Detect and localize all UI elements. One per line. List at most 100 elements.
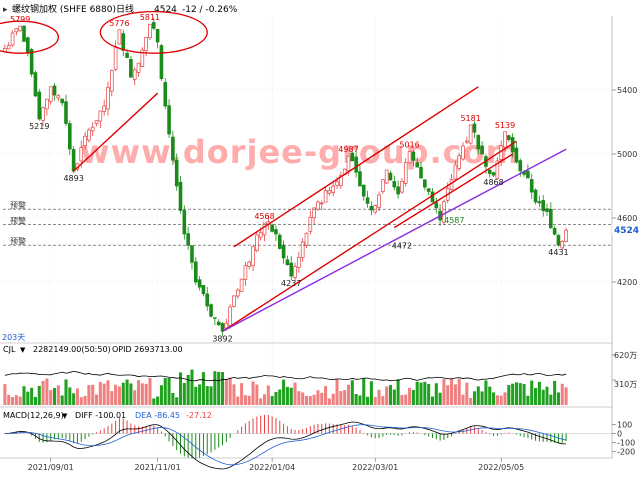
candle-body xyxy=(155,29,160,43)
candle-body xyxy=(48,86,53,102)
volume-bar xyxy=(198,384,202,405)
volume-bar xyxy=(560,383,564,405)
candle-body xyxy=(533,189,538,203)
candle-body xyxy=(377,194,381,208)
volume-tick-310: 310万 xyxy=(614,380,637,389)
candle-body xyxy=(102,105,106,112)
volume-bar xyxy=(33,396,37,405)
volume-bar xyxy=(476,386,480,405)
last-price-value: 4524 xyxy=(614,226,639,236)
volume-bar xyxy=(259,398,263,405)
price-annotation: 5181 xyxy=(460,114,480,123)
candle-body xyxy=(18,25,22,32)
change-label: -12 / -0.26% xyxy=(182,5,238,15)
volume-bar xyxy=(209,386,213,405)
price-annotation: 5799 xyxy=(10,15,30,24)
volume-bar xyxy=(79,397,83,405)
candle-body xyxy=(94,120,99,124)
candle-body xyxy=(381,179,385,192)
candle-body xyxy=(552,227,557,235)
volume-bar xyxy=(178,372,183,405)
candle-body xyxy=(151,22,156,29)
candle-body xyxy=(461,145,465,160)
candle-body xyxy=(285,259,290,266)
candle-body xyxy=(434,202,439,209)
candle-body xyxy=(472,123,477,133)
price-annotation: 5776 xyxy=(109,19,129,28)
volume-bar xyxy=(331,393,335,405)
candle xyxy=(159,44,164,81)
price-annotation: 4893 xyxy=(63,174,83,183)
volume-bar xyxy=(488,386,492,405)
candle-body xyxy=(316,201,320,210)
volume-legend-dropdown-icon[interactable]: ▼ xyxy=(20,346,26,354)
candle xyxy=(87,127,91,143)
candle-body xyxy=(41,107,45,121)
volume-bar xyxy=(240,383,244,405)
candle-body xyxy=(423,179,427,188)
volume-bar xyxy=(98,382,102,405)
candle-body xyxy=(129,58,133,78)
volume-bar xyxy=(18,396,22,405)
volume-bar xyxy=(423,381,427,405)
opid-label: OPID 2693713.00 xyxy=(112,345,183,354)
candle-body xyxy=(323,190,328,203)
volume-bar xyxy=(419,382,423,405)
candle-body xyxy=(144,37,148,52)
candle-body xyxy=(258,232,263,238)
volume-bar xyxy=(87,385,91,405)
candle-body xyxy=(213,317,217,319)
candle-body xyxy=(297,257,301,268)
volume-bar xyxy=(316,390,320,405)
volume-bar xyxy=(136,380,141,405)
candle-body xyxy=(365,197,370,204)
volume-bar xyxy=(205,386,209,405)
volume-bar xyxy=(217,371,221,405)
candle xyxy=(403,158,408,187)
volume-bar xyxy=(549,394,553,405)
candle-body xyxy=(14,28,19,33)
candle xyxy=(277,232,282,250)
volume-bar xyxy=(304,395,309,405)
candle-body xyxy=(361,184,366,197)
price-tick-label: 5000 xyxy=(617,150,637,159)
volume-bar xyxy=(343,390,347,405)
candle-body xyxy=(526,170,530,179)
volume-bar xyxy=(114,384,118,405)
volume-bar xyxy=(106,380,110,405)
candle-body xyxy=(71,149,76,172)
volume-bar xyxy=(358,395,362,405)
candle-body xyxy=(148,23,152,39)
candle xyxy=(18,25,22,32)
price-annotation: 4237 xyxy=(281,279,301,288)
volume-bar xyxy=(72,393,76,405)
candle-body xyxy=(167,105,171,135)
price-annotation: 5016 xyxy=(399,140,419,149)
volume-values-label: 2282149.00(50:50) xyxy=(33,345,111,354)
candle-body xyxy=(205,293,210,307)
candle xyxy=(407,151,412,164)
price-annotation: 5811 xyxy=(140,13,160,22)
candle-body xyxy=(396,186,400,195)
volume-bar xyxy=(293,382,297,405)
candle-body xyxy=(304,232,309,246)
candle-body xyxy=(281,244,286,259)
candle-body xyxy=(415,162,420,168)
candle-body xyxy=(491,172,496,176)
candle-body xyxy=(407,151,412,164)
candle-body xyxy=(87,129,91,141)
candlestick-chart: ▸ 螺纹钢加权 (SHFE 6880) 日线 4524 -12 / -0.26%… xyxy=(0,0,640,495)
volume-bar xyxy=(45,378,49,405)
candle-body xyxy=(251,246,255,267)
candle-body xyxy=(419,167,423,179)
volume-bar xyxy=(556,392,560,405)
volume-bar xyxy=(507,385,511,405)
volume-bar xyxy=(125,379,129,405)
candle-body xyxy=(132,69,137,80)
candle-body xyxy=(354,156,358,173)
volume-bar xyxy=(232,384,236,405)
volume-bar xyxy=(117,386,121,405)
candle xyxy=(148,23,152,41)
volume-bar xyxy=(140,383,144,405)
macd-legend-dropdown-icon[interactable]: ▼ xyxy=(62,412,68,420)
